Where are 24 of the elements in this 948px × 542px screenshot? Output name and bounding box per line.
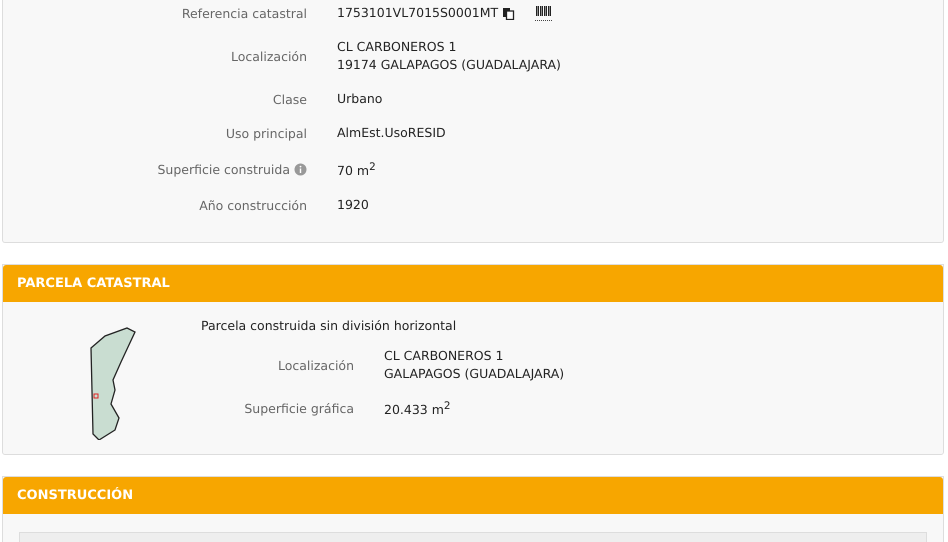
field-label: Clase bbox=[272, 92, 307, 106]
field-value: Urbano bbox=[337, 90, 384, 108]
field-value: 70 m$^{2}$ bbox=[337, 160, 377, 180]
section-header: CONSTRUCCIÓN bbox=[3, 477, 943, 514]
field-value: GALAPAGOS (GUADALAJARA) bbox=[384, 365, 564, 384]
field-label: Uso principal bbox=[226, 126, 307, 140]
field-label: Superficie gráfica bbox=[244, 400, 354, 416]
parcel-description: Parcela construida sin división horizontal bbox=[201, 318, 458, 334]
field-value: AlmEst.UsoRESID bbox=[337, 124, 447, 142]
field-label: Referencia catastral bbox=[182, 6, 307, 20]
barcode-icon[interactable] bbox=[535, 4, 554, 22]
field-value: 1753101VL7015S0001MT bbox=[337, 4, 498, 22]
field-value: CL CARBONEROS 1 bbox=[384, 347, 504, 366]
field-value: 1920 bbox=[337, 196, 370, 214]
copy-icon[interactable] bbox=[502, 6, 516, 20]
field-label: Localización bbox=[230, 48, 307, 64]
field-value: 20.433 m$^{2}$ bbox=[384, 399, 452, 420]
info-icon[interactable] bbox=[294, 162, 307, 176]
field-label: Superficie construida bbox=[158, 162, 307, 177]
field-label: Localización bbox=[278, 358, 354, 373]
section-header: PARCELA CATASTRAL bbox=[3, 265, 943, 302]
field-label: Año construcción bbox=[199, 198, 307, 213]
field-value: 19174 GALAPAGOS (GUADALAJARA) bbox=[337, 56, 562, 74]
field-value: CL CARBONEROS 1 bbox=[337, 38, 458, 56]
